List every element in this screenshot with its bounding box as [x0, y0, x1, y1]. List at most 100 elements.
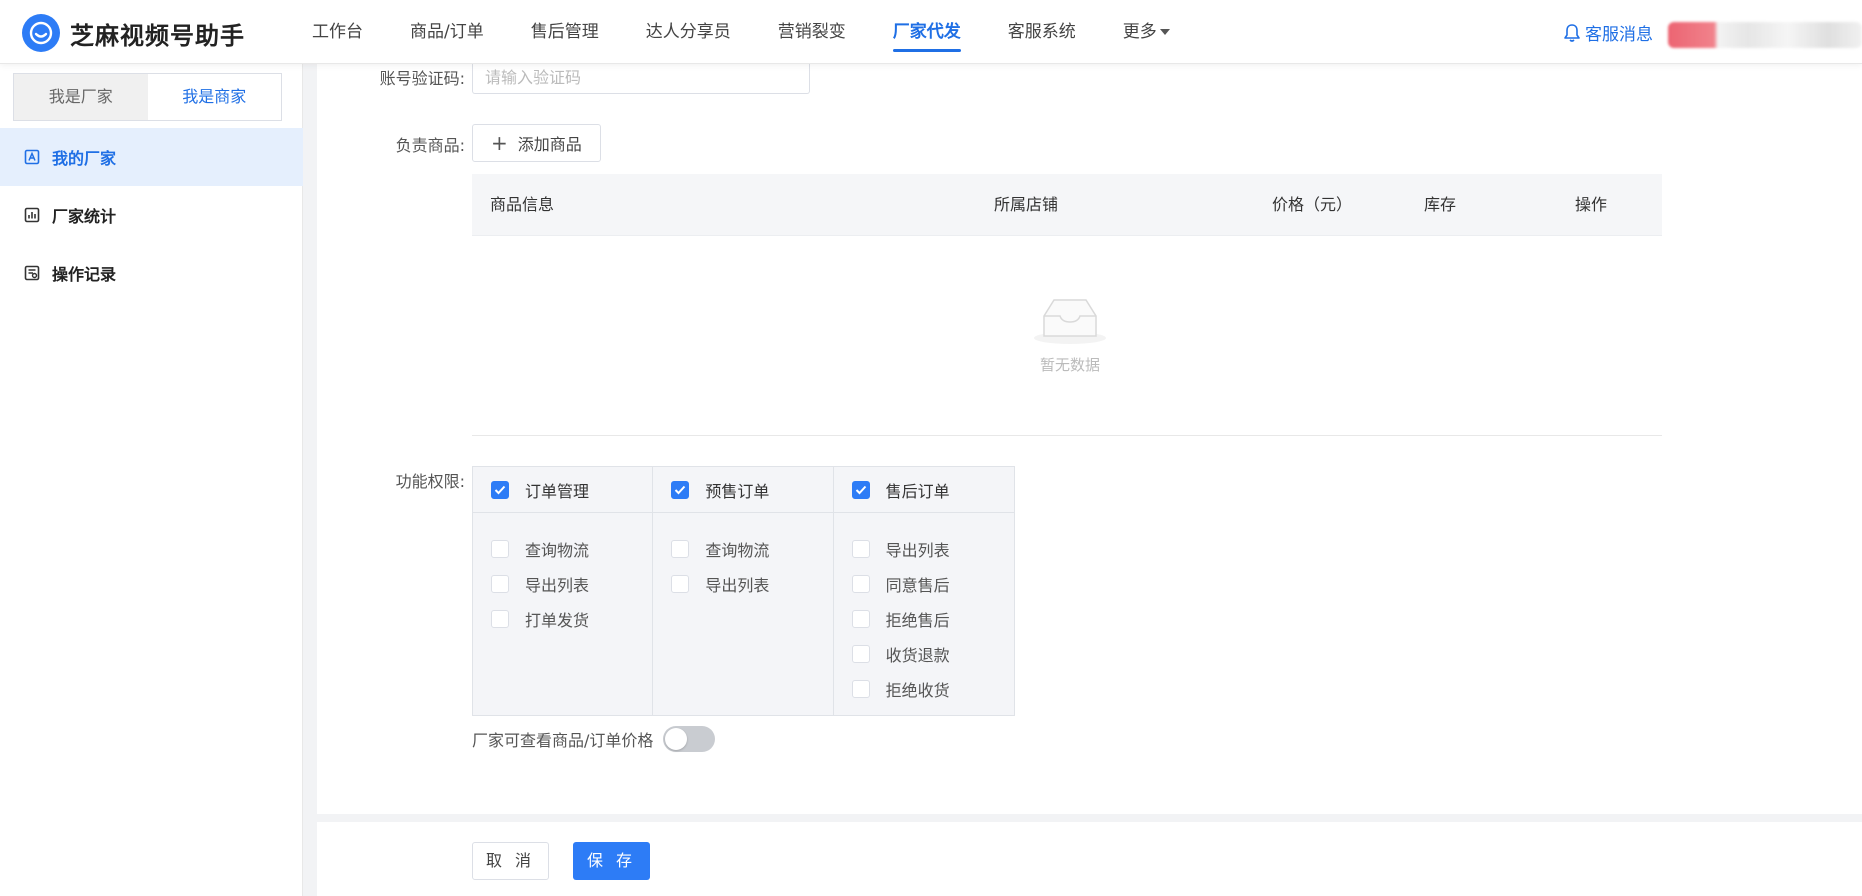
main-content: 账号验证码: 负责商品: + 添加商品 商品信息 所属店铺 价格（元） 库存 操… [317, 62, 1862, 814]
permission-group-header[interactable]: 预售订单 [653, 467, 833, 513]
checkbox[interactable] [851, 539, 870, 558]
goods-table: 商品信息 所属店铺 价格（元） 库存 操作 暂无数据 [472, 174, 1662, 436]
manufacturer-icon [24, 149, 40, 165]
caret-down-icon [1159, 29, 1170, 35]
checkbox[interactable] [491, 609, 509, 628]
sidebar-item-my-manufacturers[interactable]: 我的厂家 [0, 128, 303, 186]
checkbox[interactable] [851, 574, 870, 593]
app-logo[interactable]: 芝麻视频号助手 [22, 14, 245, 52]
nav-item-dropshipping[interactable]: 厂家代发 [892, 0, 961, 64]
nav-more-label: 更多 [1122, 22, 1157, 42]
nav-item-after-sales[interactable]: 售后管理 [531, 0, 599, 64]
column-header: 商品信息 [490, 195, 555, 214]
permission-label: 打单发货 [525, 610, 590, 630]
verify-code-label: 账号验证码: [379, 69, 465, 88]
permission-option[interactable]: 同意售后 [834, 566, 1014, 601]
sidebar-item-operation-records[interactable]: 操作记录 [0, 244, 303, 302]
permission-label: 查询物流 [705, 540, 770, 560]
permission-label: 导出列表 [885, 540, 950, 560]
price-visibility-toggle[interactable] [663, 726, 716, 752]
check-icon [675, 485, 686, 494]
plus-icon: + [491, 131, 508, 155]
permission-group-header[interactable]: 售后订单 [833, 467, 1014, 513]
nav-item-marketing[interactable]: 营销裂变 [778, 0, 846, 64]
verify-code-input[interactable] [472, 62, 810, 94]
checkbox[interactable] [851, 679, 870, 698]
toggle-knob [665, 728, 688, 750]
checkbox-checked[interactable] [851, 480, 870, 499]
bell-icon [1564, 23, 1580, 42]
permissions-label: 功能权限: [395, 472, 465, 491]
sidebar-item-label: 我的厂家 [52, 149, 117, 168]
permission-group: 订单管理 查询物流 导出列表 打单发货 [473, 467, 654, 715]
add-goods-label: 添加商品 [517, 135, 582, 154]
column-header: 操作 [1575, 195, 1608, 214]
checkbox[interactable] [491, 574, 509, 593]
nav-item-influencer[interactable]: 达人分享员 [646, 0, 731, 64]
sidebar-item-label: 操作记录 [52, 265, 117, 284]
permission-label: 拒绝收货 [885, 680, 950, 700]
logo-icon [22, 14, 60, 52]
permission-option[interactable]: 打单发货 [473, 601, 652, 636]
permission-label: 导出列表 [525, 575, 590, 595]
price-visibility-setting: 厂家可查看商品/订单价格 [472, 726, 716, 752]
permission-group-header[interactable]: 订单管理 [473, 467, 653, 513]
app-title: 芝麻视频号助手 [70, 21, 245, 50]
role-tab-manufacturer[interactable]: 我是厂家 [14, 74, 148, 120]
permission-label: 查询物流 [525, 540, 590, 560]
permission-label: 拒绝售后 [885, 610, 950, 630]
goods-label: 负责商品: [395, 136, 465, 155]
form-footer: 取 消 保 存 [317, 822, 1862, 896]
checkbox[interactable] [671, 539, 690, 558]
service-label: 客服消息 [1585, 25, 1653, 45]
column-header: 库存 [1424, 195, 1457, 214]
permission-group-name: 预售订单 [705, 481, 770, 501]
nav-item-goods-orders[interactable]: 商品/订单 [410, 0, 484, 64]
permission-label: 同意售后 [885, 575, 950, 595]
checkbox[interactable] [671, 574, 690, 593]
empty-text: 暂无数据 [1039, 356, 1100, 374]
empty-state: 暂无数据 [1022, 294, 1118, 375]
sidebar-item-label: 厂家统计 [52, 207, 117, 226]
sidebar-item-manufacturer-stats[interactable]: 厂家统计 [0, 186, 303, 244]
column-header: 价格（元） [1272, 195, 1353, 214]
user-info-blurred[interactable] [1668, 22, 1862, 48]
role-tab-merchant[interactable]: 我是商家 [147, 74, 281, 120]
permission-option[interactable]: 导出列表 [834, 531, 1014, 566]
top-navigation-bar: 芝麻视频号助手 工作台 商品/订单 售后管理 达人分享员 营销裂变 厂家代发 客… [0, 0, 1862, 64]
permission-option[interactable]: 拒绝收货 [834, 671, 1014, 706]
nav-item-workbench[interactable]: 工作台 [312, 0, 363, 64]
price-visibility-label: 厂家可查看商品/订单价格 [472, 731, 654, 750]
nav-item-customer-service[interactable]: 客服系统 [1008, 0, 1076, 64]
record-icon [24, 265, 40, 281]
add-goods-button[interactable]: + 添加商品 [472, 124, 601, 162]
main-nav: 工作台 商品/订单 售后管理 达人分享员 营销裂变 厂家代发 客服系统 更多 [312, 0, 1217, 64]
checkbox-checked[interactable] [491, 480, 509, 499]
checkbox[interactable] [851, 644, 870, 663]
permission-option[interactable]: 导出列表 [473, 566, 652, 601]
empty-box-icon [1034, 299, 1106, 344]
save-button[interactable]: 保 存 [573, 842, 650, 880]
nav-item-more[interactable]: 更多 [1123, 0, 1170, 64]
permission-option[interactable]: 拒绝售后 [834, 601, 1014, 636]
table-body: 暂无数据 [472, 236, 1662, 436]
permission-option[interactable]: 查询物流 [653, 531, 832, 566]
check-icon [855, 485, 866, 494]
checkbox[interactable] [491, 539, 509, 558]
chart-icon [24, 207, 40, 223]
permission-option[interactable]: 导出列表 [653, 566, 832, 601]
check-icon [494, 485, 506, 494]
permission-option[interactable]: 收货退款 [834, 636, 1014, 671]
permission-group-name: 售后订单 [885, 481, 950, 501]
permissions-grid: 订单管理 查询物流 导出列表 打单发货 预售订单 查询物流 导出列表 售后订单 [472, 466, 1015, 716]
permission-label: 收货退款 [885, 645, 950, 665]
checkbox[interactable] [851, 609, 870, 628]
sidebar: 我是厂家 我是商家 我的厂家 厂家统计 操作记录 [0, 64, 303, 896]
checkbox-checked[interactable] [671, 480, 690, 499]
permission-group: 预售订单 查询物流 导出列表 [653, 467, 834, 715]
table-header: 商品信息 所属店铺 价格（元） 库存 操作 [472, 174, 1662, 236]
customer-service-messages[interactable]: 客服消息 [1563, 20, 1653, 45]
permission-group-name: 订单管理 [525, 481, 590, 501]
cancel-button[interactable]: 取 消 [472, 842, 549, 880]
permission-option[interactable]: 查询物流 [473, 531, 652, 566]
